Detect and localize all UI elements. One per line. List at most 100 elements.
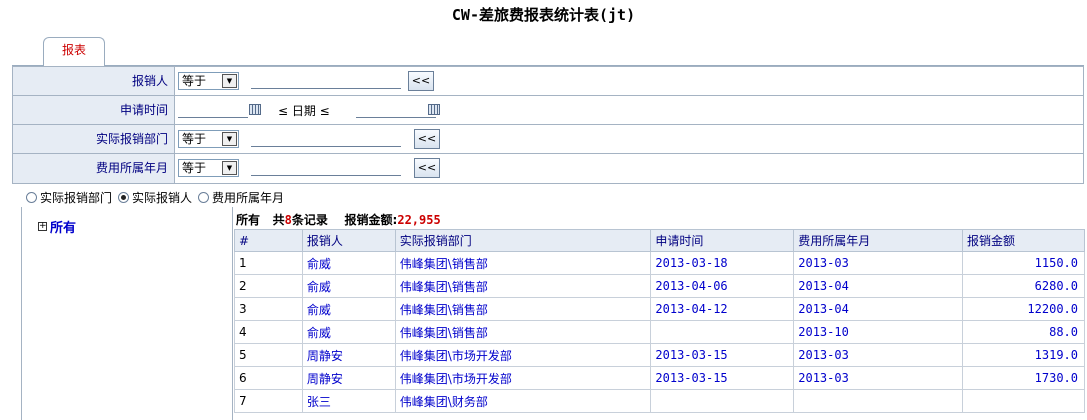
chevron-down-icon: ▼ <box>222 74 237 88</box>
column-header-apply-time[interactable]: 申请时间 <box>650 229 795 252</box>
table-row[interactable]: 4 俞威 伟峰集团\销售部 2013-10 88.0 <box>234 320 1085 344</box>
page-title: CW-差旅费报表统计表(jt) <box>451 6 636 24</box>
cell-apply-time[interactable]: 2013-03-15 <box>650 343 795 367</box>
calendar-icon[interactable] <box>428 104 440 115</box>
expand-icon[interactable]: + <box>38 222 47 231</box>
radio-month[interactable]: 费用所属年月 <box>198 189 284 206</box>
month-operator-select[interactable]: 等于 ▼ <box>178 159 239 177</box>
radio-circle-icon <box>26 192 37 203</box>
table-row[interactable]: 5 周静安 伟峰集团\市场开发部 2013-03-15 2013-03 1319… <box>234 343 1085 367</box>
reporter-operator-value: 等于 <box>182 74 207 88</box>
report-table: # 报销人 实际报销部门 申请时间 费用所属年月 报销金额 1 俞威 伟峰集团\… <box>234 229 1085 413</box>
tab-bar: 报表 <box>12 37 1084 66</box>
cell-index: 2 <box>234 274 303 298</box>
cell-month[interactable]: 2013-04 <box>793 297 964 321</box>
table-row[interactable]: 2 俞威 伟峰集团\销售部 2013-04-06 2013-04 6280.0 <box>234 274 1085 298</box>
cell-department[interactable]: 伟峰集团\销售部 <box>394 297 652 321</box>
cell-amount[interactable]: 6280.0 <box>962 274 1085 298</box>
summary-line: 所有 共8条记录 报销金额:22,955 <box>236 211 441 228</box>
chevron-down-icon: ▼ <box>222 132 237 146</box>
cell-apply-time[interactable]: 2013-03-18 <box>650 251 795 275</box>
cell-department[interactable]: 伟峰集团\市场开发部 <box>394 343 652 367</box>
cell-index: 7 <box>234 389 303 413</box>
department-pick-button[interactable]: << <box>414 129 440 149</box>
table-row[interactable]: 6 周静安 伟峰集团\市场开发部 2013-03-15 2013-03 1730… <box>234 366 1085 390</box>
cell-department[interactable]: 伟峰集团\销售部 <box>394 251 652 275</box>
cell-reporter[interactable]: 俞威 <box>301 251 396 275</box>
cell-month[interactable]: 2013-03 <box>793 366 964 390</box>
reporter-operator-select[interactable]: 等于 ▼ <box>178 72 239 90</box>
cell-amount[interactable]: 1319.0 <box>962 343 1085 367</box>
calendar-icon[interactable] <box>249 104 261 115</box>
cell-department[interactable]: 伟峰集团\财务部 <box>394 389 652 413</box>
tab-report[interactable]: 报表 <box>43 37 105 66</box>
radio-reporter[interactable]: 实际报销人 <box>118 189 192 206</box>
cell-month[interactable]: 2013-03 <box>793 343 964 367</box>
cell-index: 6 <box>234 366 303 390</box>
table-row[interactable]: 1 俞威 伟峰集团\销售部 2013-03-18 2013-03 1150.0 <box>234 251 1085 275</box>
cell-apply-time[interactable]: 2013-03-15 <box>650 366 795 390</box>
cell-amount[interactable]: 1730.0 <box>962 366 1085 390</box>
cell-reporter[interactable]: 俞威 <box>301 274 396 298</box>
cell-apply-time[interactable] <box>650 389 795 413</box>
filter-panel: 报销人 等于 ▼ << 申请时间 ≤ 日期 ≤ 实际报销部门 等于 ▼ << 费… <box>12 66 1084 184</box>
cell-reporter[interactable]: 周静安 <box>301 366 396 390</box>
summary-amount: 22,955 <box>397 213 441 227</box>
cell-apply-time[interactable]: 2013-04-06 <box>650 274 795 298</box>
radio-label: 费用所属年月 <box>212 191 285 205</box>
column-header-month[interactable]: 费用所属年月 <box>793 229 964 252</box>
reporter-input[interactable] <box>251 73 401 89</box>
filter-label-department: 实际报销部门 <box>13 125 175 153</box>
filter-row-month: 费用所属年月 等于 ▼ << <box>13 154 1083 183</box>
radio-circle-icon <box>198 192 210 203</box>
month-input[interactable] <box>251 160 401 176</box>
cell-month[interactable] <box>793 389 964 413</box>
department-input[interactable] <box>251 131 401 147</box>
cell-apply-time[interactable]: 2013-04-12 <box>650 297 795 321</box>
table-row[interactable]: 3 俞威 伟峰集团\销售部 2013-04-12 2013-04 12200.0 <box>234 297 1085 321</box>
cell-month[interactable]: 2013-10 <box>793 320 964 344</box>
column-header-department[interactable]: 实际报销部门 <box>394 229 652 252</box>
tree-node-label[interactable]: 所有 <box>50 217 76 236</box>
apply-time-from-input[interactable] <box>178 102 248 118</box>
cell-reporter[interactable]: 俞威 <box>301 297 396 321</box>
cell-reporter[interactable]: 张三 <box>301 389 396 413</box>
table-header-row: # 报销人 实际报销部门 申请时间 费用所属年月 报销金额 <box>234 229 1085 252</box>
table-row[interactable]: 7 张三 伟峰集团\财务部 <box>234 389 1085 413</box>
radio-department[interactable]: 实际报销部门 <box>26 189 112 206</box>
summary-amount-label: 报销金额: <box>344 213 398 227</box>
filter-row-reporter: 报销人 等于 ▼ << <box>13 67 1083 96</box>
column-header-amount[interactable]: 报销金额 <box>962 229 1085 252</box>
cell-index: 5 <box>234 343 303 367</box>
radio-label: 实际报销部门 <box>40 191 113 205</box>
cell-index: 4 <box>234 320 303 344</box>
filter-row-apply-time: 申请时间 ≤ 日期 ≤ <box>13 96 1083 125</box>
tree-node-root[interactable]: + 所有 <box>38 217 76 236</box>
tree-panel: + 所有 <box>21 207 233 420</box>
cell-department[interactable]: 伟峰集团\销售部 <box>394 274 652 298</box>
filter-row-department: 实际报销部门 等于 ▼ << <box>13 125 1083 154</box>
cell-amount[interactable]: 88.0 <box>962 320 1085 344</box>
summary-count-prefix: 共 <box>272 213 285 227</box>
month-pick-button[interactable]: << <box>414 158 440 178</box>
department-operator-select[interactable]: 等于 ▼ <box>178 130 239 148</box>
filter-label-month: 费用所属年月 <box>13 154 175 183</box>
cell-month[interactable]: 2013-04 <box>793 274 964 298</box>
reporter-pick-button[interactable]: << <box>408 71 434 91</box>
cell-amount[interactable] <box>962 389 1085 413</box>
column-header-index[interactable]: # <box>234 229 303 252</box>
cell-department[interactable]: 伟峰集团\市场开发部 <box>394 366 652 390</box>
group-by-radio-group: 实际报销部门 实际报销人 费用所属年月 <box>26 189 284 206</box>
cell-apply-time[interactable] <box>650 320 795 344</box>
filter-label-reporter: 报销人 <box>13 67 175 95</box>
filter-label-apply-time: 申请时间 <box>13 96 175 124</box>
apply-time-to-input[interactable] <box>356 102 436 118</box>
cell-month[interactable]: 2013-03 <box>793 251 964 275</box>
cell-index: 3 <box>234 297 303 321</box>
cell-amount[interactable]: 12200.0 <box>962 297 1085 321</box>
cell-reporter[interactable]: 俞威 <box>301 320 396 344</box>
cell-amount[interactable]: 1150.0 <box>962 251 1085 275</box>
cell-department[interactable]: 伟峰集团\销售部 <box>394 320 652 344</box>
column-header-reporter[interactable]: 报销人 <box>301 229 396 252</box>
cell-reporter[interactable]: 周静安 <box>301 343 396 367</box>
